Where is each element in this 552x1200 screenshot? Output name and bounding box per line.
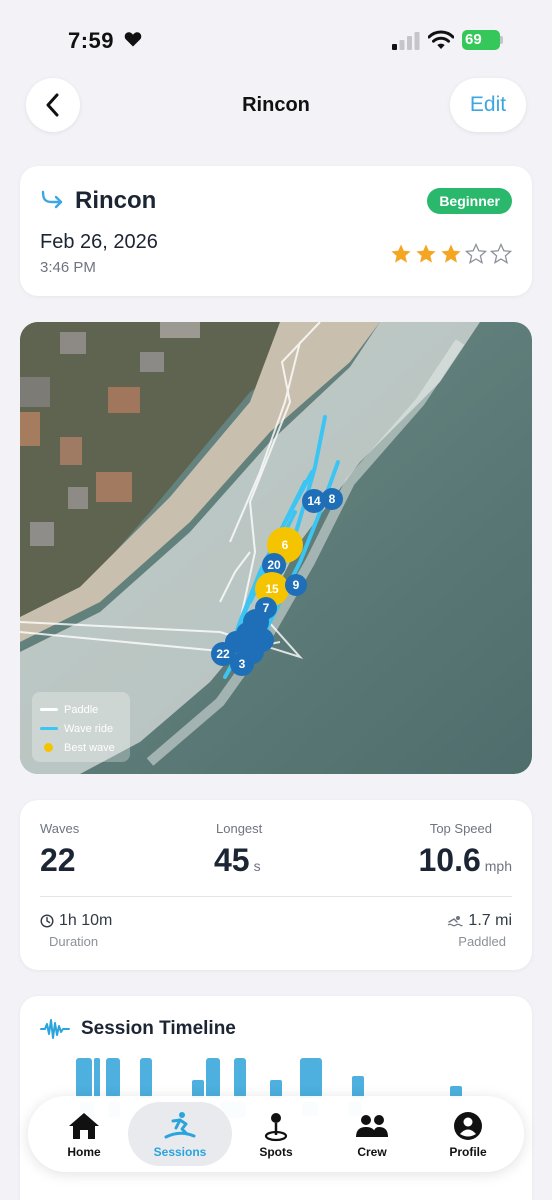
session-header-card: Rincon Beginner Feb 26, 2026 3:46 PM xyxy=(20,166,532,296)
tab-sessions[interactable]: Sessions xyxy=(128,1102,232,1166)
duration-value: 1h 10m xyxy=(59,912,113,929)
spot-name: Rincon xyxy=(75,187,157,214)
legend-wave-ride-swatch xyxy=(40,727,58,730)
tab-profile[interactable]: Profile xyxy=(416,1102,520,1166)
star-filled-icon[interactable] xyxy=(415,243,437,265)
surfer-icon xyxy=(164,1111,196,1138)
tab-home[interactable]: Home xyxy=(32,1102,136,1166)
people-icon xyxy=(356,1114,388,1137)
status-time: 7:59 xyxy=(68,28,115,53)
star-filled-icon[interactable] xyxy=(390,243,412,265)
tab-sessions-label: Sessions xyxy=(153,1144,207,1159)
legend-best-wave-swatch xyxy=(44,743,53,752)
session-stats-card: Waves 22 Longest 45 s Top Speed 10.6 mph 1… xyxy=(20,800,532,970)
top-speed-label: Top Speed xyxy=(429,821,492,836)
wave-marker-label: 7 xyxy=(263,601,270,615)
wave-marker-label: 3 xyxy=(239,657,246,671)
cellular-signal-icon xyxy=(392,32,420,50)
wave-marker-label: 9 xyxy=(293,578,300,592)
star-empty-icon[interactable] xyxy=(490,243,512,265)
clock-icon xyxy=(40,914,54,928)
top-speed-value: 10.6 xyxy=(418,842,481,878)
tab-crew[interactable]: Crew xyxy=(320,1102,424,1166)
tab-spots[interactable]: Spots xyxy=(224,1102,328,1166)
tab-profile-label: Profile xyxy=(449,1144,487,1159)
wave-marker-label: 15 xyxy=(265,582,279,596)
waves-value: 22 xyxy=(40,842,76,878)
session-date: Feb 26, 2026 xyxy=(40,231,158,253)
divider xyxy=(40,896,512,897)
tab-spots-label: Spots xyxy=(259,1144,293,1159)
timeline-title: Session Timeline xyxy=(81,1018,236,1039)
heart-icon xyxy=(124,32,142,47)
star-empty-icon[interactable] xyxy=(465,243,487,265)
legend-wave-ride: Wave ride xyxy=(64,722,114,735)
duration-label: Duration xyxy=(49,934,99,949)
legend-paddle: Paddle xyxy=(64,703,99,716)
waveform-icon xyxy=(40,1019,70,1039)
map-legend: Paddle Wave ride Best wave xyxy=(32,692,130,762)
duration-stat: 1h 10m xyxy=(40,912,112,930)
wave-marker-label: 22 xyxy=(216,647,230,661)
profile-icon xyxy=(454,1111,482,1140)
turn-right-arrow-icon xyxy=(41,190,63,209)
session-map[interactable]: 14 8 6 20 15 9 7 22 3 Paddle Wave ride Best wave xyxy=(20,322,532,774)
paddled-label: Paddled xyxy=(458,934,506,949)
battery-indicator: 69 xyxy=(462,30,500,50)
home-icon xyxy=(69,1112,99,1139)
battery-tip xyxy=(500,36,503,44)
map-pin-icon xyxy=(264,1112,288,1141)
wave-marker-label: 14 xyxy=(307,494,321,508)
top-speed-unit: mph xyxy=(484,858,512,874)
wave-marker-label: 20 xyxy=(267,558,281,572)
paddled-stat: 1.7 mi xyxy=(447,912,512,930)
status-bar: 7:59 69 xyxy=(0,0,552,70)
paddled-value: 1.7 mi xyxy=(468,912,512,929)
star-filled-icon[interactable] xyxy=(440,243,462,265)
longest-unit: s xyxy=(253,858,261,874)
session-time: 3:46 PM xyxy=(40,259,96,276)
longest-stat: 45 s xyxy=(214,842,261,879)
top-speed-stat: 10.6 mph xyxy=(418,842,512,879)
tab-bar: Home Sessions Spots Crew Profile xyxy=(28,1096,524,1172)
longest-label: Longest xyxy=(216,821,263,836)
longest-value: 45 xyxy=(214,842,250,878)
waves-label: Waves xyxy=(40,821,80,836)
wave-marker-label: 8 xyxy=(329,492,336,506)
star-rating[interactable] xyxy=(390,243,512,265)
legend-paddle-swatch xyxy=(40,708,58,711)
wave-marker-label: 6 xyxy=(282,538,289,552)
tab-crew-label: Crew xyxy=(357,1144,387,1159)
tab-home-label: Home xyxy=(67,1144,101,1159)
legend-best-wave: Best wave xyxy=(64,741,115,754)
edit-button[interactable]: Edit xyxy=(450,78,526,132)
wifi-icon xyxy=(428,30,454,49)
swimmer-icon xyxy=(448,916,464,927)
level-badge: Beginner xyxy=(427,188,512,214)
